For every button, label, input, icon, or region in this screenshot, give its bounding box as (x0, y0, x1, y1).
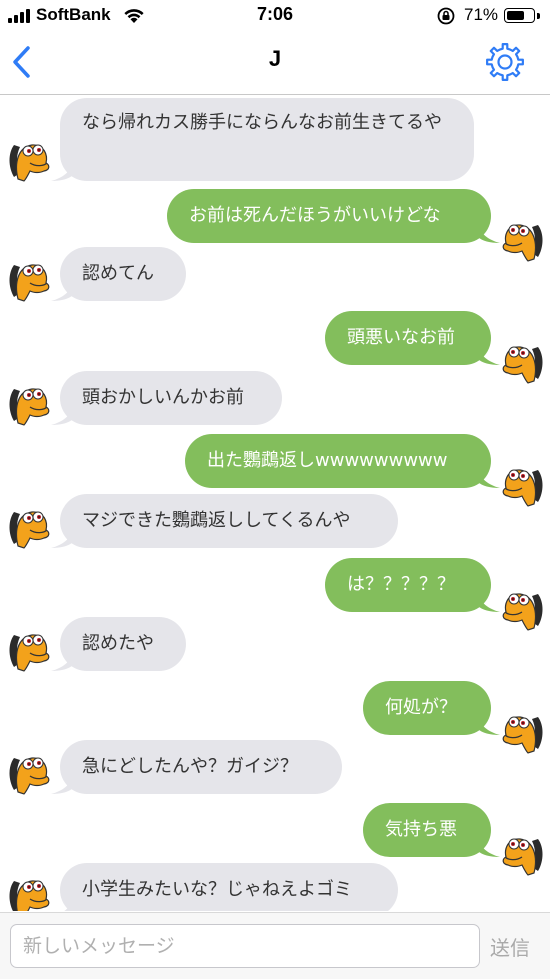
incoming-message: 頭おかしいんかお前 (0, 371, 550, 427)
battery-tip (537, 13, 540, 19)
message-bubble[interactable]: 出た鸚鵡返しwwwwwwwww (185, 434, 491, 488)
status-bar: SoftBank 7:06 71% (0, 0, 550, 32)
gear-icon (486, 43, 524, 81)
fish-avatar-icon (9, 388, 50, 426)
avatar[interactable] (6, 377, 52, 427)
battery-percent: 71% (464, 5, 499, 24)
fish-avatar-icon (9, 144, 50, 182)
outgoing-message: 頭悪いなお前 (0, 311, 550, 384)
avatar[interactable] (6, 133, 52, 183)
avatar[interactable] (6, 253, 52, 303)
avatar[interactable] (6, 623, 52, 673)
message-bubble[interactable]: 気持ち悪 (363, 803, 491, 857)
outgoing-message: 気持ち悪 (0, 803, 550, 876)
fish-avatar-icon (9, 880, 50, 911)
incoming-message: マジできた鸚鵡返ししてくるんや (0, 494, 550, 550)
message-input[interactable] (10, 924, 480, 968)
outgoing-message: 何処が？ (0, 681, 550, 754)
incoming-message: 認めてん (0, 247, 550, 303)
avatar[interactable] (6, 500, 52, 550)
fish-avatar-icon (9, 264, 50, 302)
message-list[interactable]: なら帰れカス勝手にならんなお前生きてるやお前は死んだほうがいいけどな 認めてん頭悪… (0, 95, 550, 911)
incoming-message: 小学生みたいな？じゃねえよゴミ (0, 863, 550, 911)
fish-avatar-icon (9, 511, 50, 549)
message-bubble[interactable]: 認めてん (60, 247, 186, 301)
battery-icon (504, 8, 535, 23)
message-bubble[interactable]: お前は死んだほうがいいけどな (167, 189, 491, 243)
outgoing-message: 出た鸚鵡返しwwwwwwwww (0, 434, 550, 507)
message-bubble[interactable]: 小学生みたいな？じゃねえよゴミ (60, 863, 398, 911)
message-bubble[interactable]: 何処が？ (363, 681, 491, 735)
message-bubble[interactable]: 頭おかしいんかお前 (60, 371, 282, 425)
incoming-message: 認めたや (0, 617, 550, 673)
send-button[interactable]: 送信 (490, 932, 530, 961)
message-bubble[interactable]: 急にどしたんや？ガイジ？ (60, 740, 342, 794)
message-bubble[interactable]: は？？？？？ (325, 558, 491, 612)
message-bubble[interactable]: マジできた鸚鵡返ししてくるんや (60, 494, 398, 548)
navigation-bar: J (0, 32, 550, 95)
rotation-lock-icon (437, 7, 455, 25)
message-bubble[interactable]: なら帰れカス勝手にならんなお前生きてるや (60, 98, 474, 181)
message-bubble[interactable]: 頭悪いなお前 (325, 311, 491, 365)
battery-level-fill (507, 11, 525, 20)
composer-bar: 送信 (0, 912, 550, 979)
incoming-message: なら帰れカス勝手にならんなお前生きてるや (0, 98, 550, 183)
chat-title: J (268, 46, 282, 71)
settings-button[interactable] (482, 39, 528, 85)
fish-avatar-icon (9, 757, 50, 795)
outgoing-message: は？？？？？ (0, 558, 550, 631)
outgoing-message: お前は死んだほうがいいけどな (0, 189, 550, 262)
fish-avatar-icon (9, 634, 50, 672)
message-bubble[interactable]: 認めたや (60, 617, 186, 671)
incoming-message: 急にどしたんや？ガイジ？ (0, 740, 550, 796)
avatar[interactable] (6, 746, 52, 796)
avatar[interactable] (6, 869, 52, 911)
